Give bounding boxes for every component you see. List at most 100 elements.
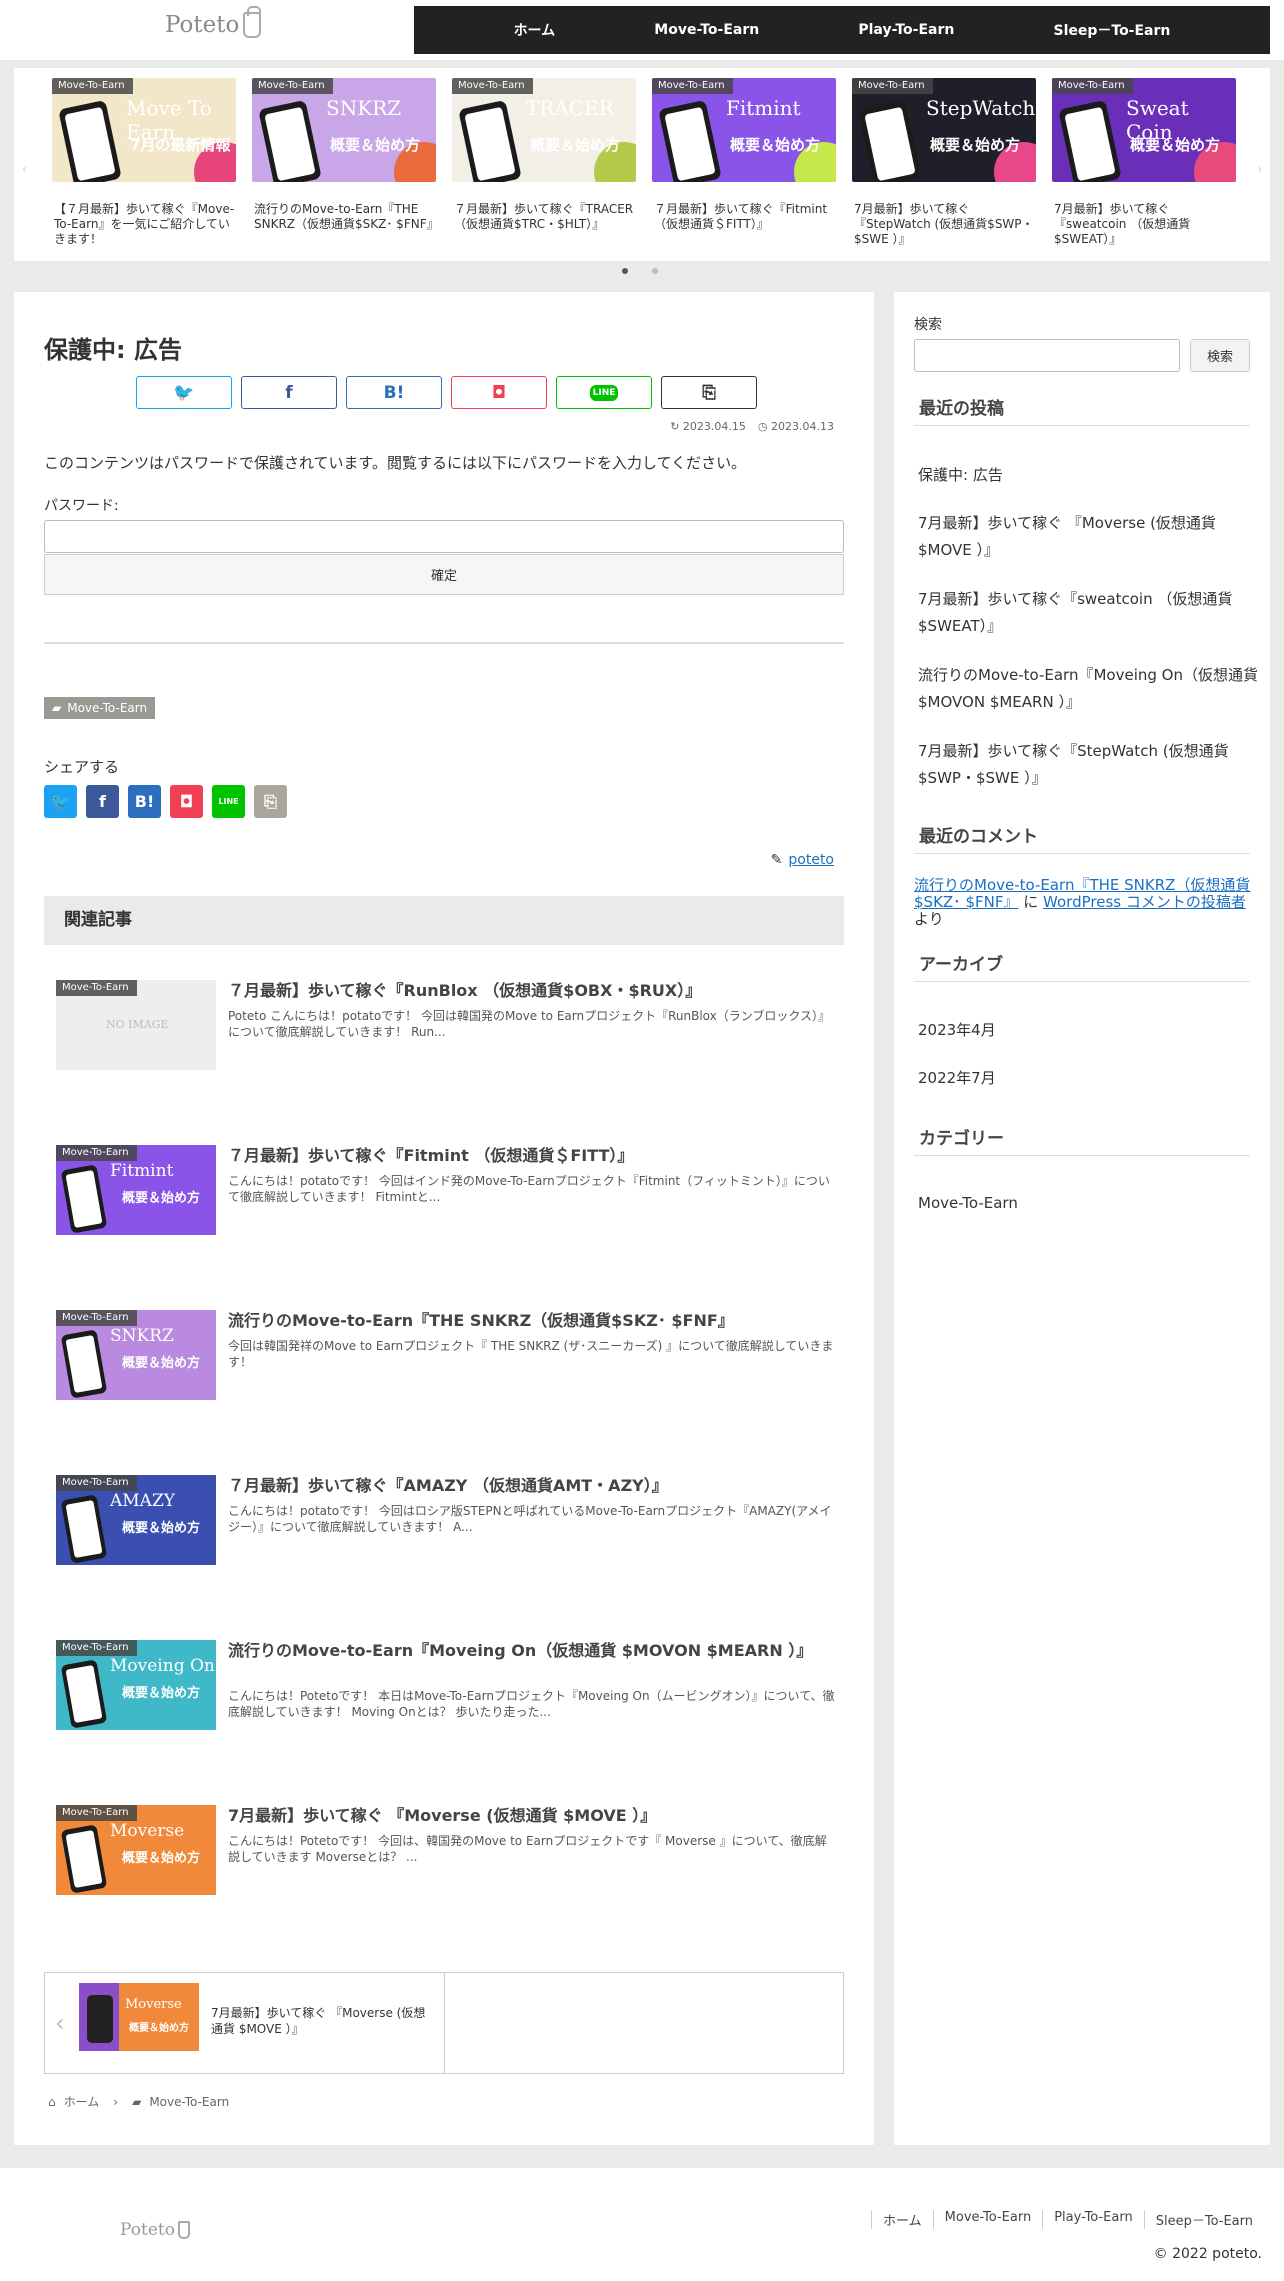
thumb-subtitle: 概要＆始め方 <box>122 1521 201 1536</box>
password-submit-button[interactable]: 確定 <box>44 554 844 595</box>
related-title[interactable]: 流行りのMove-to-Earn『Moveing On（仮想通貨 $MOVON … <box>228 1640 838 1662</box>
phone-illustration <box>58 99 122 182</box>
search-input[interactable] <box>914 339 1180 372</box>
sidebar: 検索 検索 最近の投稿 保護中: 広告 7月最新】歩いて稼ぐ 『Moverse (… <box>894 292 1270 2145</box>
related-title[interactable]: ７月最新】歩いて稼ぐ『RunBlox （仮想通貨$OBX・$RUX）』 <box>228 980 838 1002</box>
search-button[interactable]: 検索 <box>1190 339 1250 372</box>
nav-move-to-earn[interactable]: Move-To-Earn <box>654 22 759 38</box>
carousel-card[interactable]: Sweat Coin 概要＆始め方 Move-To-Earn 7月最新】歩いて稼ぐ『s… <box>1052 78 1236 247</box>
author-link[interactable]: ✎ poteto <box>771 852 834 868</box>
facebook-icon: f <box>285 382 293 403</box>
footer-nav-play-to-earn[interactable]: Play-To-Earn <box>1042 2210 1144 2229</box>
category-badge: Move-To-Earn <box>56 980 137 996</box>
footer-nav-move-to-earn[interactable]: Move-To-Earn <box>932 2210 1043 2229</box>
category-badge: Move-To-Earn <box>452 78 533 94</box>
category-item-move-to-earn[interactable]: Move-To-Earn <box>918 1190 1258 1217</box>
thumb-title: Moverse <box>110 1821 185 1841</box>
carousel-card-thumbnail: SNKRZ 概要＆始め方 Move-To-Earn <box>252 78 436 182</box>
share-button-hatena[interactable]: B! <box>346 376 442 409</box>
share-button-line[interactable]: LINE <box>556 376 652 409</box>
recent-post-link[interactable]: 流行りのMove-to-Earn『Moveing On（仮想通貨 $MOVON … <box>918 662 1258 716</box>
share-buttons-top: 🐦 f B! ◘ LINE ⎘ <box>136 376 757 409</box>
category-badge: Move-To-Earn <box>56 1145 137 1161</box>
related-title[interactable]: 7月最新】歩いて稼ぐ 『Moverse (仮想通貨 $MOVE ）』 <box>228 1805 838 1827</box>
recent-post-link[interactable]: 保護中: 広告 <box>918 462 1258 489</box>
thumb-title: SNKRZ <box>110 1326 174 1346</box>
pencil-icon: ✎ <box>770 852 783 868</box>
password-input[interactable] <box>44 520 844 553</box>
related-item[interactable]: Moveing On 概要＆始め方 Move-To-Earn 流行りのMove-to-… <box>56 1640 836 1732</box>
share-button-pocket[interactable]: ◘ <box>451 376 547 409</box>
carousel-card[interactable]: Move To Earn 7月の最新情報 Move-To-Earn 【７月最新】歩いて… <box>52 78 236 247</box>
carousel-card[interactable]: SNKRZ 概要＆始め方 Move-To-Earn 流行りのMove-to-Earn『… <box>252 78 439 232</box>
comment-end-text: より <box>914 910 944 928</box>
recent-post-link[interactable]: 7月最新】歩いて稼ぐ『StepWatch (仮想通貨$SWP・$SWE ）』 <box>918 738 1258 792</box>
comment-author-link[interactable]: WordPress コメントの投稿者 <box>1043 893 1246 911</box>
share-square-line[interactable]: LINE <box>212 785 245 818</box>
related-item[interactable]: SNKRZ 概要＆始め方 Move-To-Earn 流行りのMove-to-Earn『… <box>56 1310 836 1402</box>
prev-post-link[interactable]: ‹ Moverse 概要＆始め方 7月最新】歩いて稼ぐ 『Moverse (仮想… <box>45 1973 445 2073</box>
related-excerpt: 今回は韓国発祥のMove to Earnプロジェクト『 THE SNKRZ (ザ… <box>228 1339 834 1369</box>
share-square-hatena[interactable]: B! <box>128 785 161 818</box>
related-item[interactable]: AMAZY 概要＆始め方 Move-To-Earn ７月最新】歩いて稼ぐ『AMAZY … <box>56 1475 836 1567</box>
recent-post-link[interactable]: 7月最新】歩いて稼ぐ『sweatcoin （仮想通貨$SWEAT）』 <box>918 586 1258 640</box>
related-item[interactable]: NO IMAGE Move-To-Earn ７月最新】歩いて稼ぐ『RunBlox （… <box>56 980 836 1072</box>
updated-date: ↻ 2023.04.15 <box>670 420 746 433</box>
related-excerpt: こんにちは！Potetoです！ 今回は、韓国発のMove to Earnプロジェ… <box>228 1834 827 1864</box>
breadcrumb: ⌂ ホーム › ▰ Move-To-Earn <box>48 2093 229 2110</box>
related-item[interactable]: Fitmint 概要＆始め方 Move-To-Earn ７月最新】歩いて稼ぐ『Fitm… <box>56 1145 836 1237</box>
related-title[interactable]: ７月最新】歩いて稼ぐ『AMAZY （仮想通貨AMT・AZY）』 <box>228 1475 838 1497</box>
recent-comment: 流行りのMove-to-Earn『THE SNKRZ（仮想通貨$SKZ･ $FN… <box>914 877 1254 928</box>
archive-item-2022-07[interactable]: 2022年7月 <box>918 1065 1258 1092</box>
category-badge: Move-To-Earn <box>252 78 333 94</box>
breadcrumb-home[interactable]: ホーム <box>64 2093 100 2110</box>
facebook-icon: f <box>99 792 106 811</box>
page-title: 保護中: 広告 <box>44 336 182 364</box>
share-square-copy[interactable]: ⎘ <box>254 785 287 818</box>
share-button-twitter[interactable]: 🐦 <box>136 376 232 409</box>
nav-sleep-to-earn[interactable]: Sleep－To-Earn <box>1053 20 1170 40</box>
related-excerpt: こんにちは！potatoです！ 今回はインド発のMove-To-Earnプロジェ… <box>228 1174 830 1204</box>
breadcrumb-category[interactable]: Move-To-Earn <box>149 2095 229 2109</box>
recent-post-link[interactable]: 7月最新】歩いて稼ぐ 『Moverse (仮想通貨 $MOVE ）』 <box>918 510 1258 564</box>
comment-mid-text: に <box>1023 893 1039 911</box>
carousel-dot-1[interactable] <box>622 268 628 274</box>
footer-nav-sleep-to-earn[interactable]: Sleep－To-Earn <box>1143 2210 1264 2229</box>
nav-home[interactable]: ホーム <box>514 20 556 40</box>
home-icon: ⌂ <box>48 2094 56 2109</box>
site-header: Poteto ホーム Move-To-Earn Play-To-Earn Sle… <box>0 0 1284 60</box>
carousel-card[interactable]: StepWatch 概要＆始め方 Move-To-Earn 7月最新】歩いて稼ぐ『St… <box>852 78 1036 247</box>
carousel-card-title: ７月最新】歩いて稼ぐ『TRACER（仮想通貨$TRC・$HLT）』 <box>454 202 634 231</box>
share-square-pocket[interactable]: ◘ <box>170 785 203 818</box>
related-title[interactable]: ７月最新】歩いて稼ぐ『Fitmint （仮想通貨＄FITT）』 <box>228 1145 838 1167</box>
carousel-card-thumbnail: StepWatch 概要＆始め方 Move-To-Earn <box>852 78 1036 182</box>
category-badge: Move-To-Earn <box>56 1310 137 1326</box>
phone-shape <box>87 1995 113 2043</box>
global-nav: ホーム Move-To-Earn Play-To-Earn Sleep－To-E… <box>414 6 1270 54</box>
divider <box>44 642 844 644</box>
category-tag[interactable]: ▰ Move-To-Earn <box>44 697 156 719</box>
footer-logo[interactable]: Poteto <box>120 2220 190 2240</box>
share-button-copy[interactable]: ⎘ <box>661 376 757 409</box>
carousel-next-icon[interactable]: › <box>1257 162 1262 176</box>
share-square-twitter[interactable]: 🐦 <box>44 785 77 818</box>
nav-play-to-earn[interactable]: Play-To-Earn <box>858 22 954 38</box>
category-tag-label: Move-To-Earn <box>67 701 148 715</box>
carousel-card[interactable]: Fitmint 概要＆始め方 Move-To-Earn ７月最新】歩いて稼ぐ『Fitm… <box>652 78 836 232</box>
footer-nav-home[interactable]: ホーム <box>871 2210 933 2229</box>
archive-item-2023-04[interactable]: 2023年4月 <box>918 1017 1258 1044</box>
carousel-card[interactable]: TRACER 概要＆始め方 Move-To-Earn ７月最新】歩いて稼ぐ『TRACE… <box>452 78 636 232</box>
carousel-prev-icon[interactable]: ‹ <box>22 162 27 176</box>
author-name[interactable]: poteto <box>788 852 834 868</box>
share-square-facebook[interactable]: f <box>86 785 119 818</box>
site-logo[interactable]: Poteto <box>165 6 262 38</box>
recent-comments-heading: 最近のコメント <box>914 822 1250 854</box>
phone-illustration <box>858 99 922 182</box>
share-button-facebook[interactable]: f <box>241 376 337 409</box>
carousel-card-thumbnail: Fitmint 概要＆始め方 Move-To-Earn <box>652 78 836 182</box>
related-item[interactable]: Moverse 概要＆始め方 Move-To-Earn 7月最新】歩いて稼ぐ 『Mov… <box>56 1805 836 1897</box>
thumb-title: StepWatch <box>926 96 1036 120</box>
carousel-card-title: 【７月最新】歩いて稼ぐ『Move-To-Earn』を一気にご紹介していきます！ <box>54 202 235 246</box>
carousel-dot-2[interactable] <box>652 268 658 274</box>
related-title[interactable]: 流行りのMove-to-Earn『THE SNKRZ（仮想通貨$SKZ･ $FN… <box>228 1310 838 1332</box>
